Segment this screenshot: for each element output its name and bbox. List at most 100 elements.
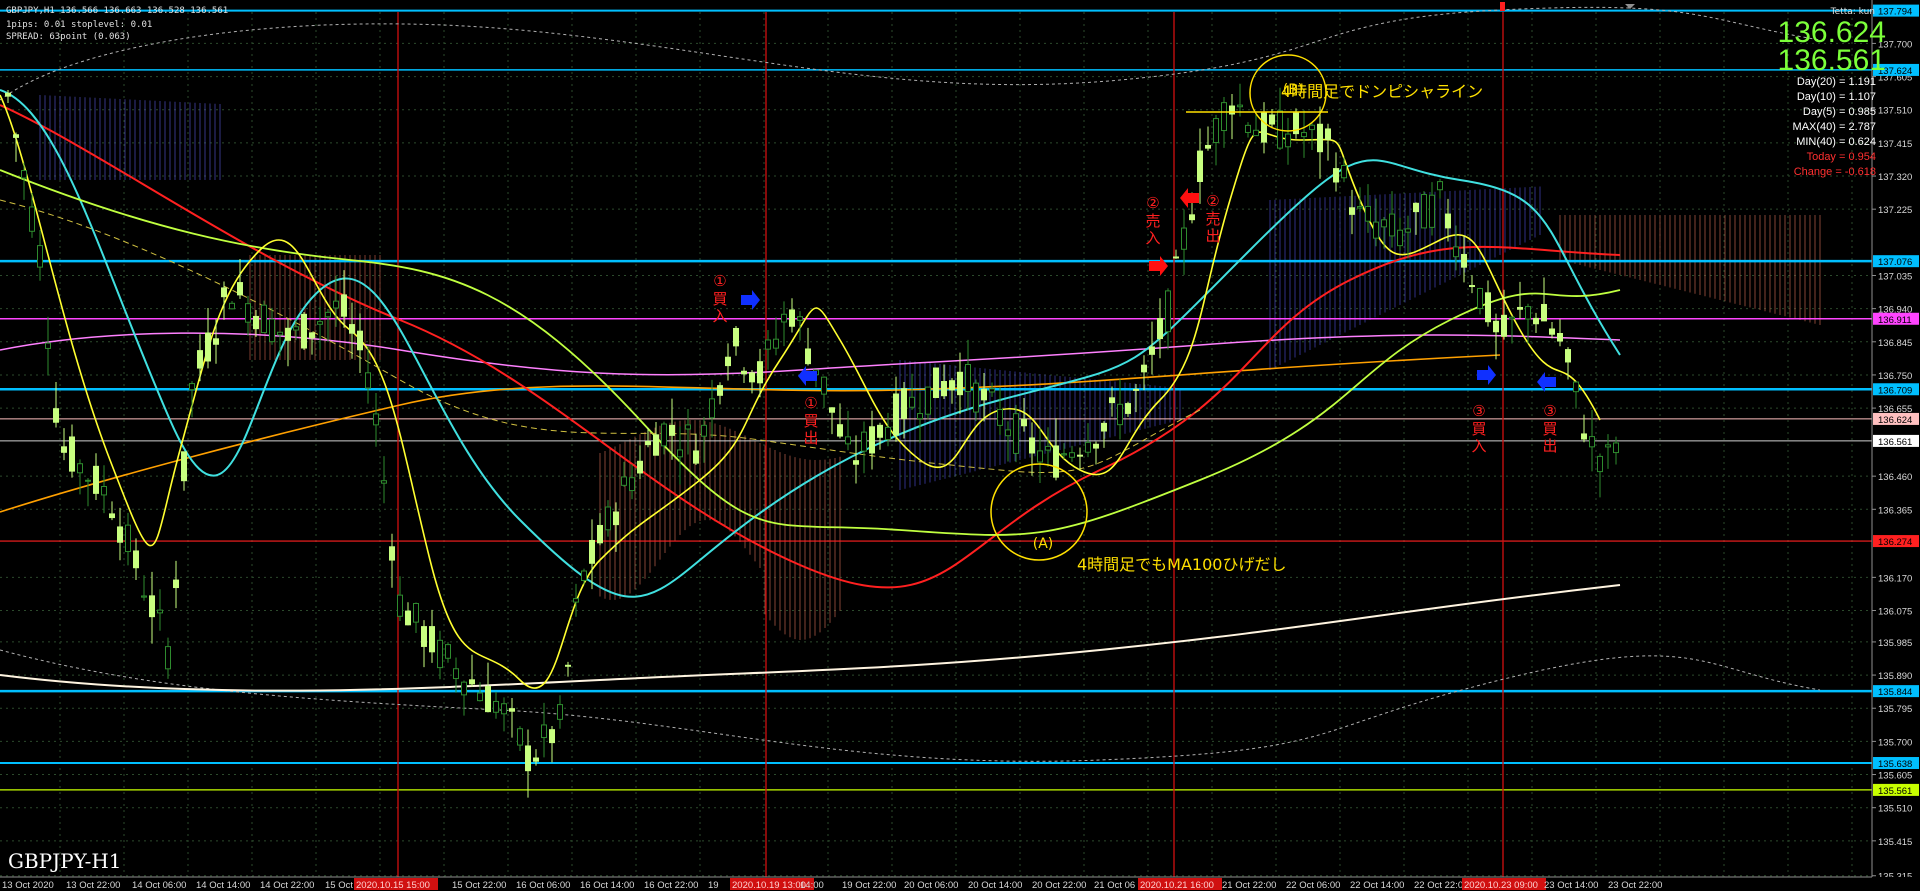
candle-body xyxy=(1581,433,1587,440)
candle-body xyxy=(1389,213,1395,237)
candle-body xyxy=(1013,413,1019,454)
candle-body xyxy=(1069,452,1075,458)
candle-body xyxy=(533,757,539,762)
candle-body xyxy=(1349,207,1355,215)
candle-body xyxy=(1053,445,1059,478)
candle-body xyxy=(317,321,323,325)
trade-label-char: 入 xyxy=(1145,229,1160,247)
candle-body xyxy=(605,506,611,531)
candle-body xyxy=(477,692,483,702)
stat-line: Today = 0.954 xyxy=(1806,151,1876,163)
candle-body xyxy=(837,424,843,437)
candle-body xyxy=(1453,246,1459,258)
price-axis-label: 136.170 xyxy=(1878,573,1912,584)
candle-body xyxy=(933,367,939,399)
candle-body xyxy=(997,409,1003,426)
candle-body xyxy=(1149,346,1155,355)
trade-number: ② xyxy=(1146,194,1159,212)
candle-body xyxy=(261,304,267,334)
price-tag-label: 136.911 xyxy=(1878,315,1912,326)
candle-body xyxy=(277,331,283,336)
candle-body xyxy=(685,424,691,430)
candle-body xyxy=(765,339,771,350)
candle-body xyxy=(989,388,995,393)
candle-body xyxy=(693,450,699,464)
time-axis-label: 15 Oct 22:00 xyxy=(452,880,506,891)
candle-body xyxy=(877,424,883,438)
time-axis-label: 14 Oct 22:00 xyxy=(260,880,314,891)
price-axis-label: 135.700 xyxy=(1878,737,1912,748)
stat-line: MAX(40) = 2.787 xyxy=(1792,121,1876,133)
candle-body xyxy=(101,485,107,496)
stat-line: Day(10) = 1.107 xyxy=(1796,91,1876,103)
candle-body xyxy=(581,570,587,581)
candle-body xyxy=(141,595,147,598)
candle-body xyxy=(1205,144,1211,149)
candle-body xyxy=(1101,422,1107,432)
candle-body xyxy=(373,413,379,426)
candle-body xyxy=(1037,450,1043,463)
time-axis-label: 2020.10.19 13:00 xyxy=(732,880,806,891)
candle-body xyxy=(421,626,427,647)
time-axis-label: 19 xyxy=(708,880,719,891)
price-chart[interactable]: (A)(B)①買入①買出②売入②売出③買入③買出137.700137.60513… xyxy=(0,0,1920,891)
price-tag-label: 135.844 xyxy=(1878,687,1912,698)
candle-body xyxy=(149,595,155,618)
candle-body xyxy=(1269,114,1275,125)
time-axis-label: 2020.10.21 16:00 xyxy=(1140,880,1214,891)
candle-body xyxy=(173,579,179,589)
candle-body xyxy=(661,423,667,447)
candle-body xyxy=(1045,445,1051,451)
chart-window[interactable]: (A) (B) ① 買入 ① 買出 ② 売入 ② 売出 ③ 買入 ③ 買出 137.700 137.605 13… xyxy=(0,0,1920,891)
time-axis-label: 2020.10.23 09:00 xyxy=(1464,880,1538,891)
candle-body xyxy=(1525,306,1531,320)
candle-body xyxy=(1317,123,1323,153)
candle-body xyxy=(885,426,891,441)
candle-body xyxy=(1173,256,1179,259)
candle-body xyxy=(613,511,619,526)
candle-body xyxy=(1549,328,1555,335)
time-axis-label: 23 Oct 22:00 xyxy=(1608,880,1662,891)
candle-body xyxy=(1309,124,1315,131)
candle-body xyxy=(1357,206,1363,209)
candle-body xyxy=(93,465,99,494)
candle-body xyxy=(1573,381,1579,393)
candle-body xyxy=(1381,219,1387,228)
candle-body xyxy=(1597,455,1603,473)
annotation-a-note: 4時間足でもMA100ひげだし xyxy=(1077,555,1287,574)
time-axis-label: 16 Oct 22:00 xyxy=(644,880,698,891)
trade-label-char: 買 xyxy=(803,412,818,430)
candle-body xyxy=(1005,429,1011,437)
candle-body xyxy=(741,370,747,375)
candle-body xyxy=(1029,437,1035,454)
candle-body xyxy=(781,313,787,323)
trade-label-char: 出 xyxy=(1542,437,1557,455)
candle-body xyxy=(165,646,171,670)
trade-label-char: 売 xyxy=(1205,210,1220,228)
price-axis-label: 137.225 xyxy=(1878,205,1912,216)
candle-body xyxy=(269,318,275,343)
candle-body xyxy=(1421,194,1427,229)
candle-body xyxy=(957,371,963,396)
time-axis-label: 14:00 xyxy=(800,880,824,891)
time-axis-label: 20 Oct 06:00 xyxy=(904,880,958,891)
candle-body xyxy=(749,372,755,383)
price-tag-label: 137.076 xyxy=(1878,257,1912,268)
candle-body xyxy=(1301,132,1307,138)
candle-body xyxy=(1445,213,1451,229)
candle-body xyxy=(1541,303,1547,322)
candle-body xyxy=(381,480,387,484)
candle-body xyxy=(69,436,75,472)
candle-body xyxy=(61,446,67,453)
candle-body xyxy=(1557,333,1563,342)
candle-body xyxy=(573,598,579,603)
trade-label-char: 買 xyxy=(712,290,727,308)
candle-body xyxy=(1213,118,1219,144)
candle-body xyxy=(5,92,11,97)
trade-label-char: 出 xyxy=(1205,227,1220,245)
price-axis-label: 135.415 xyxy=(1878,837,1912,848)
candle-body xyxy=(509,708,515,712)
candle-body xyxy=(637,460,643,474)
candle-body xyxy=(1405,228,1411,233)
candle-body xyxy=(85,479,91,482)
